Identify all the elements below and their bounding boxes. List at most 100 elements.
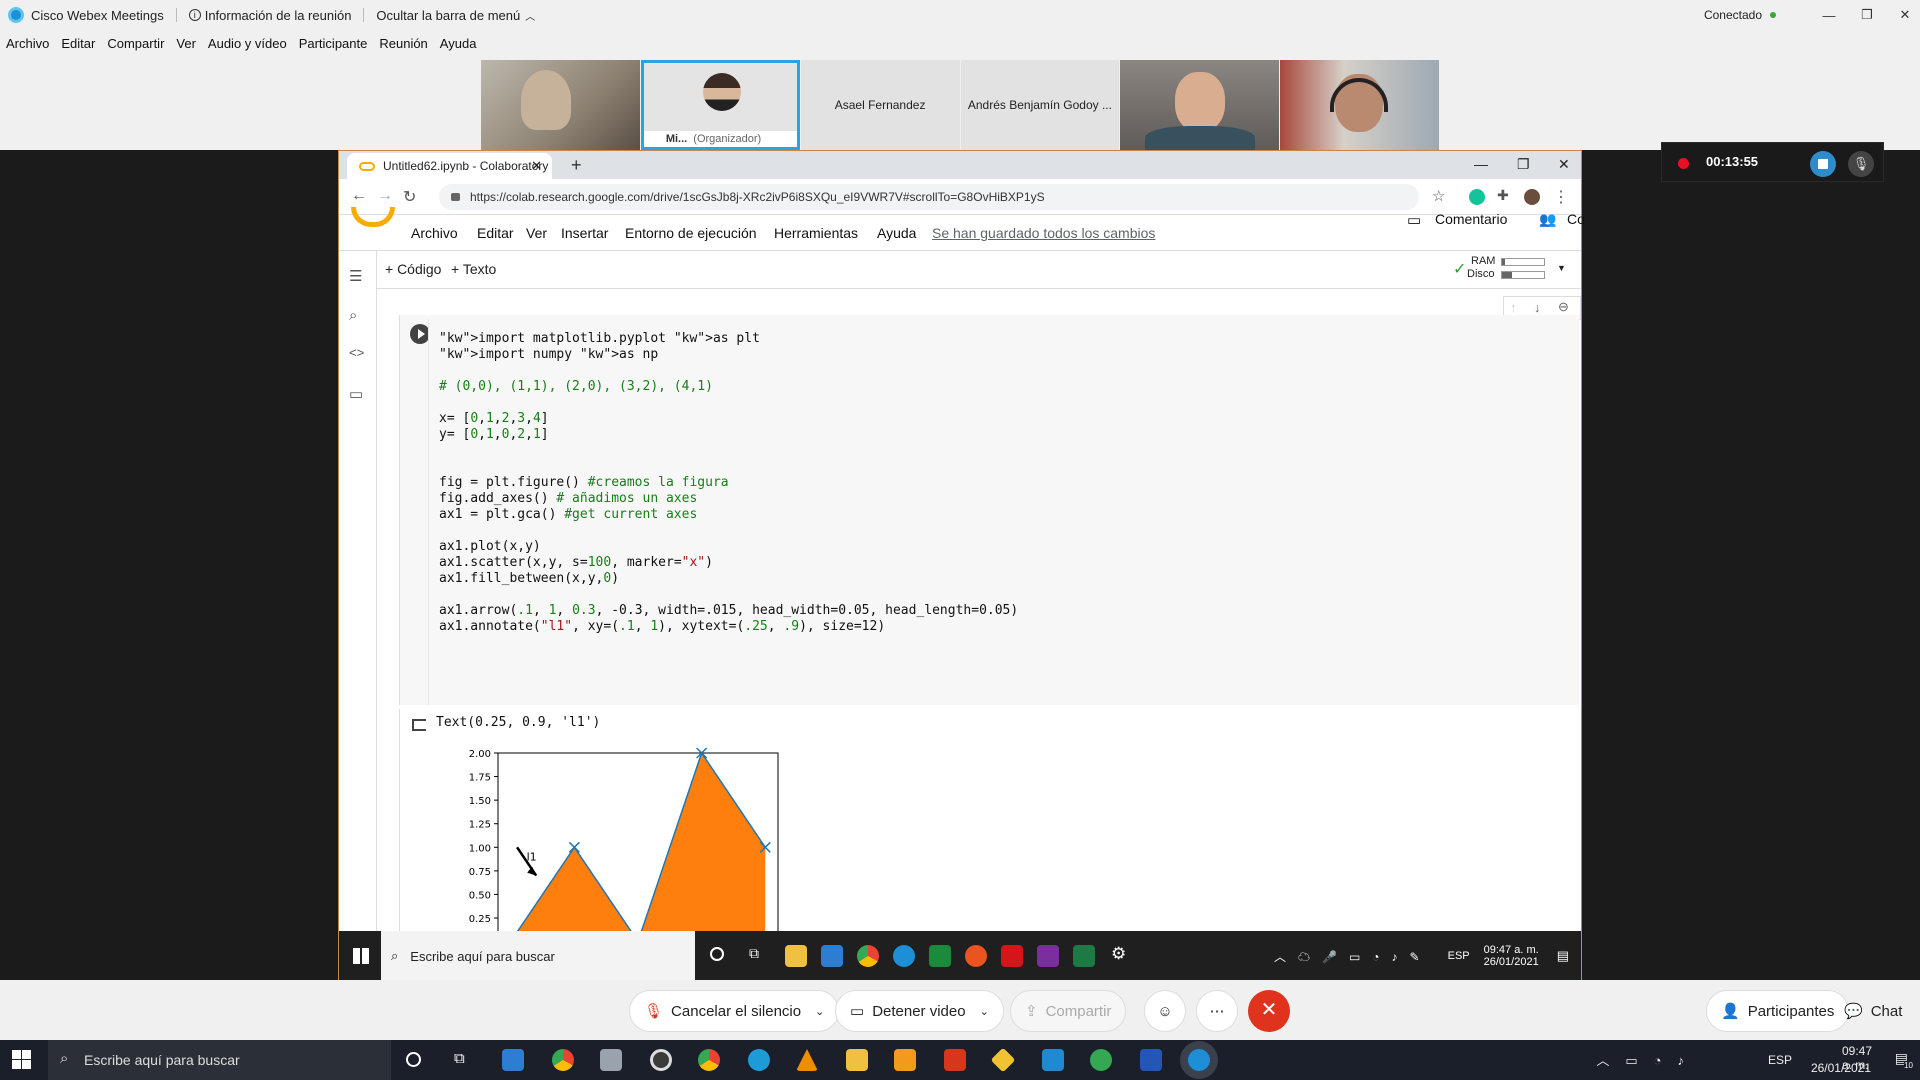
app-icon[interactable] (944, 1049, 966, 1071)
menu-audio-video[interactable]: Audio y vídeo (208, 36, 287, 54)
video-tile-organizer[interactable]: Mi... (Organizador) (640, 60, 800, 150)
browser-close-button[interactable]: ✕ (1558, 156, 1570, 173)
forward-icon[interactable]: → (377, 187, 393, 205)
bookmark-star-icon[interactable]: ☆ (1432, 187, 1445, 205)
clock-date[interactable]: 26/01/2021 (1811, 1061, 1871, 1075)
code-line[interactable]: ax1 = plt.gca() #get current axes (439, 506, 697, 524)
task-view-icon[interactable]: ⧉ (454, 1050, 465, 1067)
menu-participante[interactable]: Participante (299, 36, 368, 54)
colab-menu-ayuda[interactable]: Ayuda (877, 225, 916, 241)
comment-icon[interactable]: ▭ (1407, 211, 1421, 229)
more-options-button[interactable]: ⋯ (1196, 990, 1238, 1032)
code-editor[interactable]: "kw">import matplotlib.pyplot "kw">as pl… (428, 319, 1578, 705)
colab-menu-ver[interactable]: Ver (526, 225, 547, 241)
profile-avatar[interactable] (1524, 189, 1540, 205)
menu-ver[interactable]: Ver (176, 36, 196, 54)
browser-menu-icon[interactable]: ⋮ (1553, 187, 1569, 207)
stop-recording-button[interactable] (1810, 151, 1836, 177)
close-button[interactable]: ✕ (1890, 7, 1920, 23)
chrome-icon[interactable] (552, 1049, 574, 1071)
menu-reunion[interactable]: Reunión (379, 36, 427, 54)
grammarly-extension-icon[interactable] (1469, 189, 1485, 205)
stop-video-button[interactable]: ▭ Detener video ⌄ (835, 990, 1004, 1032)
video-tile[interactable] (1280, 60, 1439, 150)
code-cell[interactable]: "kw">import matplotlib.pyplot "kw">as pl… (399, 315, 1579, 705)
run-cell-button[interactable] (410, 324, 430, 344)
link-icon[interactable]: ⊖ (1558, 299, 1569, 315)
extensions-icon[interactable]: ✚ (1497, 187, 1509, 204)
address-bar[interactable]: https://colab.research.google.com/drive/… (439, 184, 1419, 210)
comment-button[interactable]: Comentario (1435, 211, 1507, 227)
colab-menu-herramientas[interactable]: Herramientas (774, 225, 858, 241)
menu-editar[interactable]: Editar (61, 36, 95, 54)
meeting-info-button[interactable]: Información de la reunión (205, 8, 352, 23)
menu-archivo[interactable]: Archivo (6, 36, 49, 54)
mic-icon[interactable]: 🎙 (1848, 151, 1874, 177)
language-indicator[interactable]: ESP (1768, 1053, 1792, 1067)
tab-close-icon[interactable]: ✕ (531, 158, 542, 174)
move-down-icon[interactable]: ↓ (1534, 300, 1541, 315)
webex-icon[interactable] (1188, 1049, 1210, 1071)
toc-icon[interactable]: ☰ (349, 267, 362, 285)
browser-restore-button[interactable]: ❐ (1517, 156, 1530, 173)
add-text-button[interactable]: + Texto (451, 261, 496, 277)
video-tile[interactable]: Andrés Benjamín Godoy ... (960, 60, 1120, 150)
hide-menu-button[interactable]: Ocultar la barra de menú (376, 8, 520, 23)
code-snippets-icon[interactable]: <> (349, 345, 364, 360)
browser-minimize-button[interactable]: — (1474, 156, 1488, 172)
reactions-button[interactable]: ☺ (1144, 990, 1186, 1032)
colab-menu-insertar[interactable]: Insertar (561, 225, 608, 241)
back-icon[interactable]: ← (351, 187, 367, 205)
tray-icons[interactable]: ︿▭◔♪ (1596, 1050, 1700, 1069)
app-icon[interactable] (1090, 1049, 1112, 1071)
video-tile[interactable] (481, 60, 640, 150)
chrome-icon[interactable] (698, 1049, 720, 1071)
move-up-icon[interactable]: ↑ (1510, 300, 1517, 315)
folder-icon[interactable]: ▭ (349, 385, 363, 403)
menu-ayuda[interactable]: Ayuda (440, 36, 477, 54)
start-button[interactable] (12, 1050, 32, 1070)
cortana-icon[interactable] (406, 1052, 421, 1067)
vlc-icon[interactable] (796, 1049, 818, 1071)
saved-status-link[interactable]: Se han guardado todos los cambios (932, 225, 1155, 241)
add-code-button[interactable]: + Código (385, 261, 441, 277)
reload-icon[interactable]: ↻ (403, 187, 416, 207)
end-meeting-button[interactable]: ✕ (1248, 990, 1290, 1032)
dropdown-icon[interactable]: ▼ (1557, 263, 1566, 273)
unmute-button[interactable]: 🎙 Cancelar el silencio ⌄ (629, 990, 840, 1032)
ram-meter[interactable] (1501, 258, 1545, 266)
colab-menu-entorno[interactable]: Entorno de ejecución (625, 225, 757, 241)
chevron-down-icon[interactable]: ⌄ (980, 1005, 989, 1018)
video-tile[interactable] (1120, 60, 1280, 150)
colab-menu-editar[interactable]: Editar (477, 225, 514, 241)
code-line[interactable]: ax1.fill_between(x,y,0) (439, 570, 619, 588)
git-icon[interactable] (990, 1047, 1016, 1073)
taskbar-search-box[interactable]: ⌕ Escribe aquí para buscar (48, 1040, 391, 1080)
code-line[interactable]: "kw">import numpy "kw">as np (439, 346, 658, 364)
chat-panel-button[interactable]: 💬 Chat (1830, 990, 1916, 1032)
code-line[interactable]: ax1.annotate("l1", xy=(.1, 1), xytext=(.… (439, 618, 885, 636)
new-tab-button[interactable]: + (571, 155, 582, 176)
share-button[interactable]: Co (1567, 211, 1585, 227)
edge-icon[interactable] (748, 1049, 770, 1071)
search-icon[interactable]: ⌕ (349, 307, 357, 324)
code-line[interactable]: y= [0,1,0,2,1] (439, 426, 549, 444)
powershell-icon[interactable] (1140, 1049, 1162, 1071)
output-icon[interactable] (412, 719, 426, 731)
app-icon[interactable] (600, 1049, 622, 1071)
browser-tab[interactable]: Untitled62.ipynb - Colaboratory ✕ (347, 153, 552, 179)
menu-compartir[interactable]: Compartir (107, 36, 164, 54)
mail-icon[interactable] (502, 1049, 524, 1071)
share-button[interactable]: ⇪ Compartir (1010, 990, 1127, 1032)
code-line[interactable]: # (0,0), (1,1), (2,0), (3,2), (4,1) (439, 378, 713, 396)
share-people-icon[interactable]: 👥 (1539, 211, 1556, 228)
video-tile[interactable]: Asael Fernandez (800, 60, 960, 150)
participants-panel-button[interactable]: 👤 Participantes (1706, 990, 1850, 1032)
media-icon[interactable] (650, 1049, 672, 1071)
colab-menu-archivo[interactable]: Archivo (411, 225, 458, 241)
file-explorer-icon[interactable] (846, 1049, 868, 1071)
chevron-down-icon[interactable]: ⌄ (815, 1005, 824, 1018)
minimize-button[interactable]: — (1814, 8, 1844, 23)
restore-button[interactable]: ❐ (1852, 7, 1882, 23)
sublime-icon[interactable] (894, 1049, 916, 1071)
